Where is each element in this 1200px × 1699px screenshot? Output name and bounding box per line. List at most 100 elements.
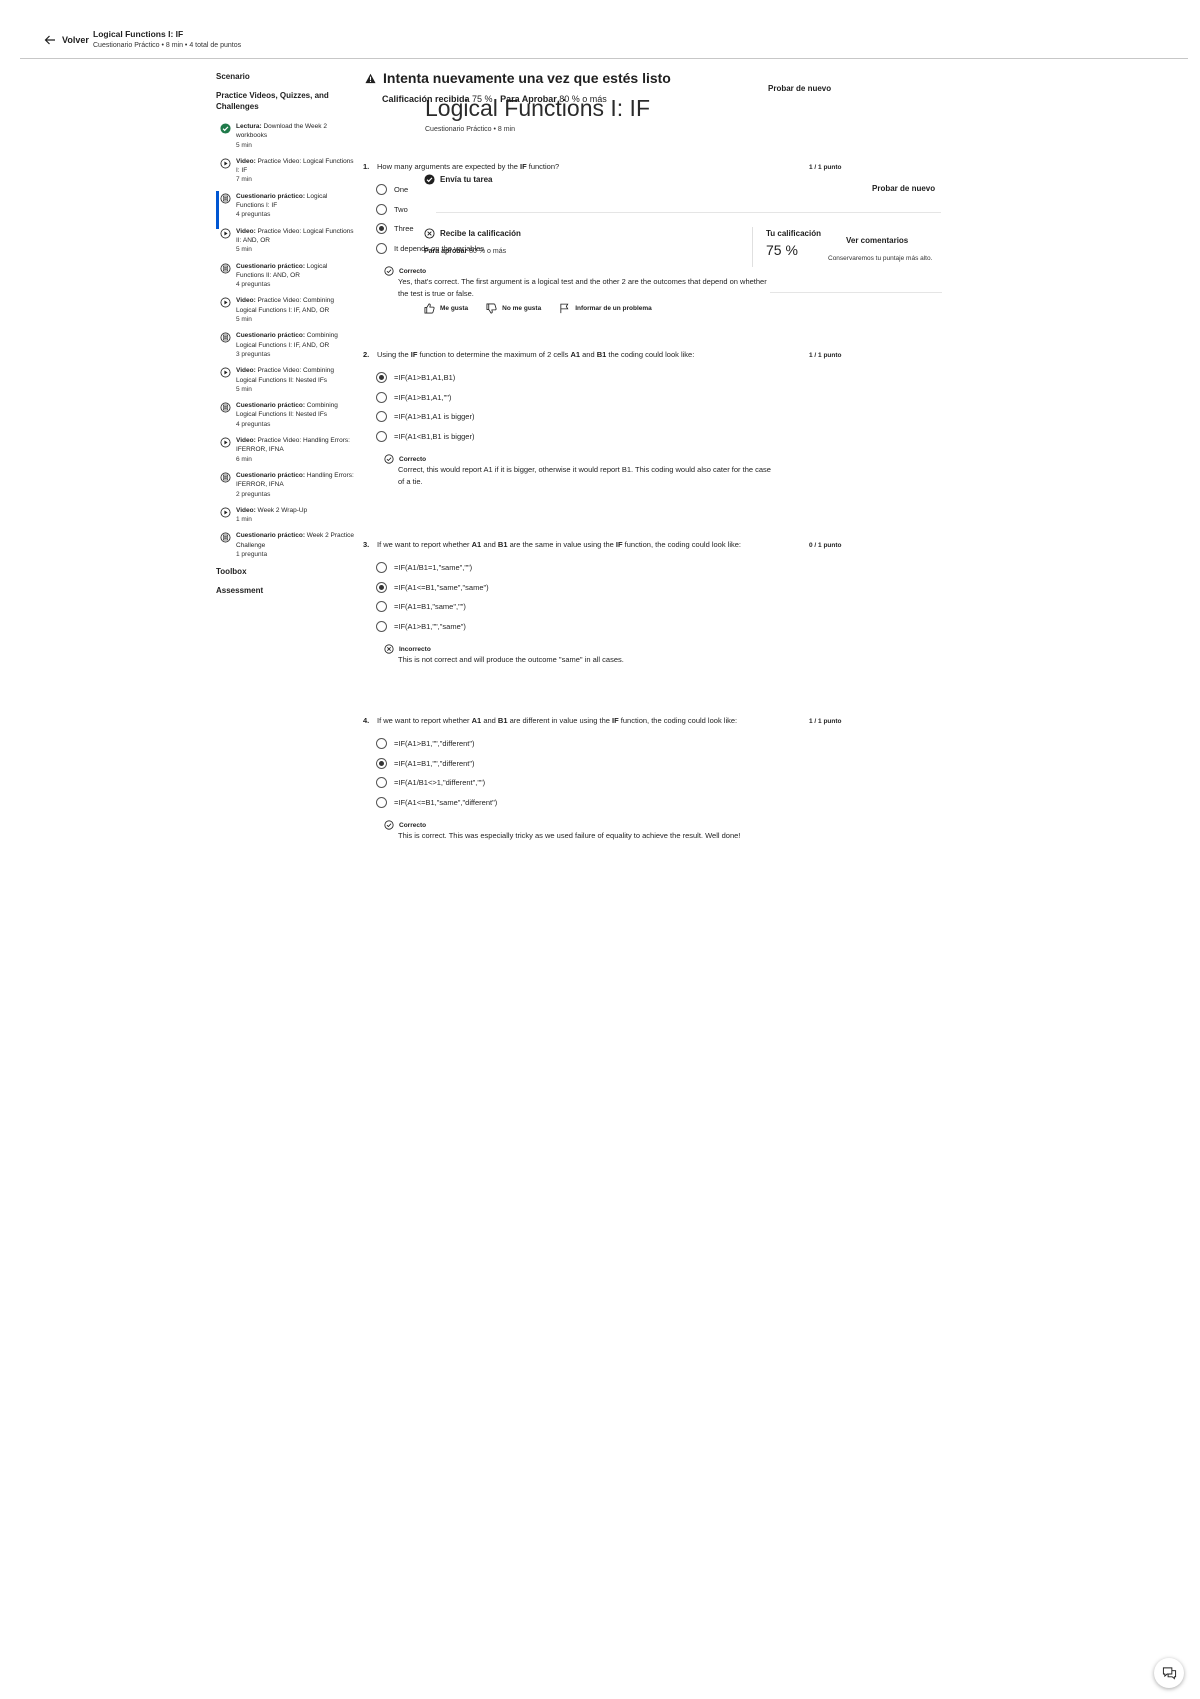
- question-keyword: B1: [497, 716, 508, 725]
- answer-option[interactable]: =IF(A1<=B1,"same","different"): [376, 797, 498, 809]
- answer-option[interactable]: =IF(A1>B1,"","same"): [376, 621, 466, 633]
- sidebar-toolbox[interactable]: Toolbox: [216, 566, 356, 577]
- chat-button[interactable]: [1154, 1658, 1184, 1688]
- dislike-button[interactable]: No me gusta: [486, 303, 541, 314]
- answer-option[interactable]: =IF(A1<B1,B1 is bigger): [376, 431, 474, 443]
- answer-option[interactable]: =IF(A1/B1<>1,"different",""): [376, 777, 486, 789]
- question-text-part: and: [481, 540, 498, 549]
- radio-button[interactable]: [376, 203, 387, 215]
- sidebar-item[interactable]: Video: Practice Video: Logical Functions…: [216, 227, 356, 255]
- quiz-icon: [220, 193, 231, 204]
- sidebar-item-kind: Video:: [236, 506, 256, 514]
- check-circle-icon: [384, 820, 394, 832]
- question-number: 1.: [363, 162, 370, 171]
- radio-button[interactable]: [376, 621, 387, 633]
- answer-option[interactable]: =IF(A1>B1,A1,""): [376, 391, 451, 403]
- report-label: Informar de un problema: [575, 305, 652, 312]
- radio-button[interactable]: [376, 243, 387, 255]
- your-grade-value: 75 %: [766, 242, 798, 258]
- view-feedback-button[interactable]: Ver comentarios: [846, 236, 908, 245]
- sidebar-item[interactable]: Video: Practice Video: Logical Functions…: [216, 157, 356, 185]
- question-text-part: function?: [526, 162, 560, 171]
- retry-banner-title: Intenta nuevamente una vez que estés lis…: [365, 70, 671, 86]
- radio-button[interactable]: [376, 411, 387, 423]
- answer-option[interactable]: =IF(A1>B1,A1 is bigger): [376, 411, 474, 423]
- sidebar-assessment[interactable]: Assessment: [216, 585, 356, 596]
- sidebar-item-meta: 4 preguntas: [236, 281, 271, 289]
- flag-icon: [560, 303, 569, 314]
- sidebar-scenario[interactable]: Scenario: [216, 71, 356, 82]
- sidebar-item[interactable]: Video: Practice Video: Combining Logical…: [216, 366, 356, 394]
- sidebar-section-title[interactable]: Practice Videos, Quizzes, and Challenges: [216, 90, 356, 112]
- sidebar-item[interactable]: Cuestionario práctico: Combining Logical…: [216, 401, 356, 429]
- radio-button[interactable]: [376, 757, 387, 769]
- thumbs-up-icon: [424, 303, 435, 314]
- play-icon: [220, 158, 231, 169]
- sidebar-item-kind: Cuestionario práctico:: [236, 332, 305, 340]
- radio-button[interactable]: [376, 601, 387, 613]
- back-button[interactable]: Volver: [44, 34, 89, 46]
- sidebar-item[interactable]: Cuestionario práctico: Combining Logical…: [216, 331, 356, 359]
- answer-option-label: =IF(A1<=B1,"same","different"): [394, 798, 498, 808]
- question-text: Using the IF function to determine the m…: [377, 350, 694, 359]
- retry-button[interactable]: Probar de nuevo: [872, 184, 935, 193]
- sidebar-item[interactable]: Cuestionario práctico: Week 2 Practice C…: [216, 531, 356, 559]
- keep-score-note: Conservaremos tu puntaje más alto.: [828, 255, 933, 262]
- radio-button[interactable]: [376, 562, 387, 573]
- answer-option[interactable]: =IF(A1=B1,"","different"): [376, 757, 475, 769]
- answer-option[interactable]: =IF(A1=B1,"same",""): [376, 601, 466, 613]
- report-problem-button[interactable]: Informar de un problema: [559, 303, 652, 314]
- sidebar-item-kind: Cuestionario práctico:: [236, 262, 305, 270]
- feedback-status-label: Correcto: [399, 268, 427, 276]
- answer-option[interactable]: =IF(A1>B1,"","different"): [376, 738, 475, 749]
- sidebar-item-kind: Video:: [236, 157, 256, 165]
- sidebar-item[interactable]: Lectura: Download the Week 2 workbooks 5 …: [216, 122, 356, 150]
- answer-option[interactable]: =IF(A1/B1=1,"same",""): [376, 562, 472, 573]
- answer-option[interactable]: =IF(A1<=B1,"same","same"): [376, 581, 489, 593]
- warning-icon: [365, 73, 376, 83]
- radio-button[interactable]: [376, 184, 387, 195]
- sidebar-item-kind: Cuestionario práctico:: [236, 192, 305, 200]
- like-button[interactable]: Me gusta: [424, 303, 468, 314]
- radio-button[interactable]: [376, 223, 387, 235]
- radio-button[interactable]: [376, 431, 387, 443]
- play-icon: [220, 437, 231, 448]
- sidebar-item-kind: Cuestionario práctico:: [236, 402, 305, 410]
- x-circle-icon: [424, 228, 435, 239]
- banner-title-text: Intenta nuevamente una vez que estés lis…: [383, 70, 671, 86]
- answer-option[interactable]: Two: [376, 203, 408, 215]
- sidebar-item-meta: 1 pregunta: [236, 550, 268, 558]
- feedback-text: Correct, this would report A1 if it is b…: [398, 464, 771, 487]
- radio-button[interactable]: [376, 391, 387, 403]
- answer-option[interactable]: =IF(A1>B1,A1,B1): [376, 372, 455, 383]
- sidebar-item[interactable]: Video: Week 2 Wrap-Up 1 min: [216, 506, 356, 525]
- sidebar-item[interactable]: Cuestionario práctico: Handling Errors: …: [216, 471, 356, 499]
- question-number: 3.: [363, 540, 370, 549]
- play-icon: [220, 297, 231, 308]
- answer-option-label: Three: [394, 224, 414, 234]
- feedback-status-label: Correcto: [399, 456, 427, 464]
- play-icon: [220, 367, 231, 378]
- sidebar-item[interactable]: Video: Practice Video: Combining Logical…: [216, 296, 356, 324]
- question-number: 4.: [363, 716, 370, 725]
- retry-button-top[interactable]: Probar de nuevo: [768, 84, 831, 93]
- sidebar-item[interactable]: Cuestionario práctico: Logical Functions…: [216, 262, 356, 290]
- radio-button[interactable]: [376, 372, 387, 383]
- sidebar-item[interactable]: Video: Practice Video: Handling Errors: …: [216, 436, 356, 464]
- answer-option[interactable]: One: [376, 184, 408, 195]
- step-submit: Envía tu tarea: [424, 174, 492, 185]
- answer-option-label: =IF(A1/B1<>1,"different",""): [394, 778, 486, 788]
- quiz-icon: [220, 402, 231, 413]
- radio-button[interactable]: [376, 738, 387, 749]
- check-circle-icon: [424, 174, 435, 185]
- answer-option-label: =IF(A1/B1=1,"same",""): [394, 563, 473, 572]
- radio-button[interactable]: [376, 777, 387, 789]
- check-circle-icon: [220, 123, 231, 134]
- answer-option[interactable]: Three: [376, 223, 414, 235]
- sidebar-item-meta: 5 min: [236, 385, 252, 393]
- answer-option[interactable]: It depends on the variables: [376, 243, 484, 255]
- feedback-status-label: Incorrecto: [399, 646, 431, 654]
- radio-button[interactable]: [376, 581, 387, 593]
- sidebar-item[interactable]: Cuestionario práctico: Logical Functions…: [216, 192, 356, 220]
- radio-button[interactable]: [376, 797, 387, 809]
